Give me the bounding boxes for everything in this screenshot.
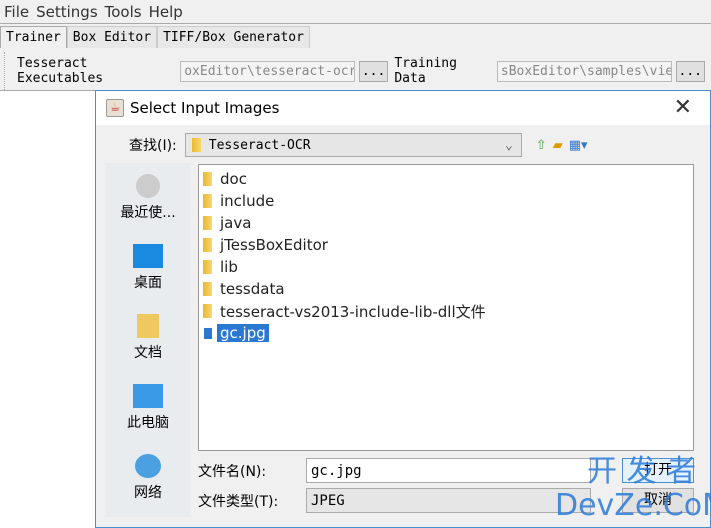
menu-bar: File Settings Tools Help: [0, 0, 711, 24]
view-menu-icon[interactable]: ▦▾: [569, 138, 588, 153]
image-file-icon: [203, 326, 213, 340]
file-item[interactable]: include: [203, 190, 689, 212]
exec-browse-button[interactable]: ...: [358, 60, 389, 82]
computer-icon: [133, 384, 163, 408]
filetype-label: 文件类型(T):: [198, 493, 279, 510]
chevron-down-icon: ⌄: [504, 137, 513, 153]
up-folder-icon[interactable]: ⇧: [536, 138, 547, 153]
places-bar: 最近使... 桌面 文档 此电脑 网络: [106, 163, 190, 517]
file-chooser-dialog: ☕ Select Input Images ✕ 查找(I): Tesseract…: [95, 90, 711, 528]
desktop-icon: [133, 244, 163, 268]
training-browse-button[interactable]: ...: [675, 60, 706, 82]
file-name: tessdata: [220, 280, 285, 298]
folder-icon: [203, 172, 212, 186]
file-name: doc: [220, 170, 247, 188]
network-icon: [135, 454, 161, 478]
look-in-row: 查找(I): Tesseract-OCR ⌄ ⇧ ▰ ▦▾: [129, 133, 588, 157]
main-panel: [0, 90, 95, 528]
place-recent[interactable]: 最近使...: [106, 163, 190, 233]
file-item[interactable]: jTessBoxEditor: [203, 234, 689, 256]
folder-icon: [203, 194, 212, 208]
filetype-row: 文件类型(T): JPEG: [198, 488, 591, 513]
folder-icon: [203, 216, 212, 230]
dialog-title: Select Input Images: [130, 99, 280, 117]
place-label: 网络: [134, 485, 162, 501]
file-item[interactable]: tessdata: [203, 278, 689, 300]
tab-tiff-box-generator[interactable]: TIFF/Box Generator: [157, 26, 310, 48]
filename-row: 文件名(N): gc.jpg: [198, 458, 591, 483]
filename-input[interactable]: gc.jpg: [306, 458, 591, 483]
cancel-button[interactable]: 取消: [622, 488, 694, 513]
exec-label: Tesseract Executables: [17, 56, 104, 86]
place-label: 文档: [134, 345, 162, 361]
folder-icon: [203, 282, 212, 296]
place-desktop[interactable]: 桌面: [106, 233, 190, 303]
folder-icon: [203, 260, 212, 274]
clock-icon: [136, 174, 160, 198]
folder-icon: [203, 238, 212, 252]
place-label: 此电脑: [127, 415, 169, 431]
tab-trainer[interactable]: Trainer: [0, 26, 67, 48]
file-item-selected[interactable]: gc.jpg: [203, 322, 689, 344]
dialog-titlebar: ☕ Select Input Images ✕: [96, 91, 710, 125]
file-name: java: [220, 214, 252, 232]
tab-bar: Trainer Box Editor TIFF/Box Generator: [0, 26, 310, 48]
menu-tools[interactable]: Tools: [105, 3, 142, 21]
look-in-value: Tesseract-OCR: [208, 137, 311, 153]
tab-box-editor[interactable]: Box Editor: [66, 26, 158, 48]
exec-path-field[interactable]: oxEditor\tesseract-ocr: [180, 60, 355, 82]
training-data-field[interactable]: sBoxEditor\samples\vie: [496, 60, 672, 82]
file-name: include: [220, 192, 275, 210]
file-item[interactable]: tesseract-vs2013-include-lib-dll文件: [203, 300, 689, 322]
place-this-pc[interactable]: 此电脑: [106, 373, 190, 443]
menu-settings[interactable]: Settings: [36, 3, 98, 21]
folder-icon: [203, 304, 212, 318]
file-item[interactable]: lib: [203, 256, 689, 278]
file-list[interactable]: doc include java jTessBoxEditor lib tessdata t…: [198, 164, 694, 451]
folder-icon: [191, 138, 201, 152]
file-item[interactable]: doc: [203, 168, 689, 190]
filename-label: 文件名(N):: [198, 463, 267, 480]
look-in-combo[interactable]: Tesseract-OCR ⌄: [184, 133, 522, 157]
file-name: jTessBoxEditor: [220, 236, 328, 254]
java-icon: ☕: [106, 99, 124, 117]
close-icon[interactable]: ✕: [674, 95, 692, 120]
filetype-select[interactable]: JPEG: [306, 488, 591, 513]
file-name: lib: [220, 258, 238, 276]
new-folder-icon[interactable]: ▰: [553, 138, 563, 153]
look-in-label: 查找(I):: [129, 138, 177, 154]
open-button[interactable]: 打开: [622, 458, 694, 483]
place-label: 桌面: [134, 275, 162, 291]
place-documents[interactable]: 文档: [106, 303, 190, 373]
toolbar: Tesseract Executables oxEditor\tesseract…: [4, 52, 711, 90]
place-label: 最近使...: [120, 205, 176, 221]
file-name: gc.jpg: [217, 324, 269, 342]
documents-icon: [137, 314, 159, 338]
file-name: tesseract-vs2013-include-lib-dll文件: [220, 302, 486, 321]
training-data-label: Training Data: [394, 56, 457, 86]
menu-help[interactable]: Help: [149, 3, 183, 21]
file-item[interactable]: java: [203, 212, 689, 234]
place-network[interactable]: 网络: [106, 443, 190, 513]
menu-file[interactable]: File: [4, 3, 29, 21]
